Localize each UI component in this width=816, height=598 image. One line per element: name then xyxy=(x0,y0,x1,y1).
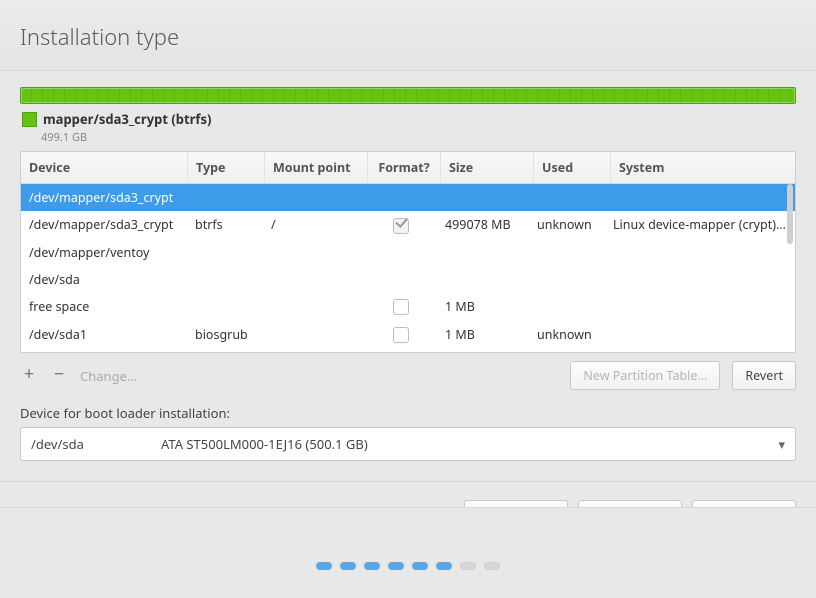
header: Installation type xyxy=(0,0,816,71)
bootloader-label: Device for boot loader installation: xyxy=(20,404,796,422)
col-system[interactable]: System xyxy=(611,152,795,183)
scrollbar-thumb[interactable] xyxy=(787,184,793,244)
table-row[interactable]: free space1 MB xyxy=(21,293,795,321)
col-mountpoint[interactable]: Mount point xyxy=(265,152,368,183)
content: mapper/sda3_crypt (btrfs) 499.1 GB Devic… xyxy=(0,71,816,471)
progress-dot xyxy=(316,562,332,570)
table-row[interactable]: /dev/mapper/ventoy xyxy=(21,239,795,266)
table-row[interactable]: /dev/sda1biosgrub1 MBunknown xyxy=(21,320,795,348)
legend-size: 499.1 GB xyxy=(41,130,796,145)
bootloader-desc: ATA ST500LM000-1EJ16 (500.1 GB) xyxy=(161,435,368,453)
bottom-panel xyxy=(0,507,816,598)
installer-window: Installation type mapper/sda3_crypt (btr… xyxy=(0,0,816,598)
col-type[interactable]: Type xyxy=(188,152,265,183)
col-format[interactable]: Format? xyxy=(368,152,441,183)
col-device[interactable]: Device xyxy=(21,152,188,183)
progress-dot xyxy=(484,562,500,570)
page-title: Installation type xyxy=(20,22,796,52)
remove-partition-button[interactable]: − xyxy=(50,367,68,385)
disk-legend: mapper/sda3_crypt (btrfs) xyxy=(22,110,794,128)
partition-table: Device Type Mount point Format? Size Use… xyxy=(20,151,796,353)
table-body[interactable]: /dev/mapper/sda3_crypt/dev/mapper/sda3_c… xyxy=(21,184,795,352)
disk-usage-bar xyxy=(20,87,796,104)
add-partition-button[interactable]: + xyxy=(20,367,38,385)
chevron-down-icon: ▾ xyxy=(778,435,785,453)
new-partition-table-button[interactable]: New Partition Table… xyxy=(570,361,720,390)
progress-dot xyxy=(340,562,356,570)
table-row[interactable]: /dev/sda2btrfs/boot1024 MBunknown xyxy=(21,348,795,352)
progress-dot xyxy=(460,562,476,570)
progress-dot xyxy=(388,562,404,570)
table-row[interactable]: /dev/mapper/sda3_crypt xyxy=(21,184,795,211)
legend-name: mapper/sda3_crypt (btrfs) xyxy=(43,110,211,128)
progress-dots xyxy=(0,562,816,570)
bootloader-device-select[interactable]: /dev/sda ATA ST500LM000-1EJ16 (500.1 GB)… xyxy=(20,427,796,461)
legend-swatch xyxy=(22,112,37,127)
progress-dot xyxy=(364,562,380,570)
col-used[interactable]: Used xyxy=(534,152,611,183)
partition-toolbar: + − Change… New Partition Table… Revert xyxy=(20,361,796,390)
revert-button[interactable]: Revert xyxy=(732,361,796,390)
progress-dot xyxy=(412,562,428,570)
table-row[interactable]: /dev/mapper/sda3_cryptbtrfs/499078 MBunk… xyxy=(21,211,795,239)
table-header: Device Type Mount point Format? Size Use… xyxy=(21,152,795,184)
format-checkbox[interactable] xyxy=(393,218,409,234)
format-checkbox[interactable] xyxy=(393,299,409,315)
col-size[interactable]: Size xyxy=(441,152,534,183)
bootloader-device: /dev/sda xyxy=(31,435,161,453)
table-row[interactable]: /dev/sda xyxy=(21,266,795,293)
change-button[interactable]: Change… xyxy=(80,367,137,385)
progress-dot xyxy=(436,562,452,570)
format-checkbox[interactable] xyxy=(393,327,409,343)
